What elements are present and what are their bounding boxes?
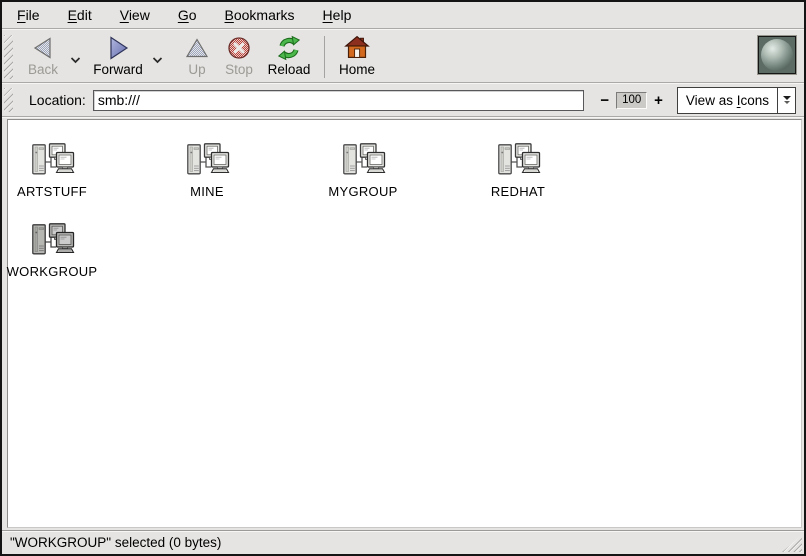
- icon-label: ARTSTUFF: [17, 184, 87, 199]
- icon-label: REDHAT: [491, 184, 545, 199]
- back-button[interactable]: Back: [19, 32, 67, 77]
- toolbar-separator: [324, 36, 325, 78]
- menu-file[interactable]: File: [14, 5, 43, 25]
- view-as-dropdown[interactable]: View as Icons: [677, 87, 796, 114]
- workgroup-item-redhat[interactable]: REDHAT: [443, 142, 593, 199]
- network-workgroup-icon: [495, 142, 541, 180]
- home-label: Home: [339, 62, 375, 77]
- stop-icon: [226, 34, 252, 62]
- toolbar-grip-handle[interactable]: [4, 35, 13, 79]
- resize-grip-handle[interactable]: [782, 535, 802, 552]
- icon-label: WORKGROUP: [7, 264, 98, 279]
- menu-bar: File Edit View Go Bookmarks Help: [2, 2, 804, 28]
- icon-label: MINE: [190, 184, 224, 199]
- dropdown-arrows-icon[interactable]: [778, 96, 795, 104]
- location-bar: Location: − 100 + View as Icons: [2, 84, 804, 116]
- location-label: Location:: [29, 92, 86, 108]
- zoom-in-button[interactable]: +: [652, 92, 665, 109]
- network-workgroup-icon: [29, 142, 75, 180]
- up-icon: [184, 34, 210, 62]
- reload-button[interactable]: Reload: [261, 32, 317, 77]
- location-bar-grip-handle[interactable]: [4, 88, 13, 112]
- workgroup-item-mine[interactable]: MINE: [132, 142, 282, 199]
- workgroup-item-mygroup[interactable]: MYGROUP: [288, 142, 438, 199]
- stop-label: Stop: [225, 62, 253, 77]
- network-workgroup-icon: [29, 222, 75, 260]
- forward-button[interactable]: Forward: [87, 32, 149, 77]
- zoom-out-button[interactable]: −: [598, 92, 611, 109]
- reload-icon: [276, 34, 302, 62]
- menu-go[interactable]: Go: [175, 5, 200, 25]
- zoom-level-indicator[interactable]: 100: [616, 92, 647, 109]
- file-manager-window: File Edit View Go Bookmarks Help Back Fo…: [0, 0, 806, 556]
- menu-help[interactable]: Help: [320, 5, 355, 25]
- chevron-down-icon: [152, 56, 163, 64]
- up-button[interactable]: Up: [177, 32, 217, 77]
- icon-view[interactable]: ARTSTUFF MINE MYGROUP REDHAT WORKGROUP: [7, 119, 802, 528]
- status-bar: "WORKGROUP" selected (0 bytes): [2, 530, 804, 554]
- home-button[interactable]: Home: [332, 32, 382, 77]
- workgroup-item-artstuff[interactable]: ARTSTUFF: [0, 142, 127, 199]
- view-as-label: View as Icons: [678, 93, 777, 108]
- chevron-down-icon: [70, 56, 81, 64]
- menu-bookmarks[interactable]: Bookmarks: [222, 5, 298, 25]
- workgroup-item-workgroup[interactable]: WORKGROUP: [0, 222, 127, 279]
- toolbar: Back Forward Up: [2, 30, 804, 82]
- back-icon: [30, 34, 56, 62]
- stop-button[interactable]: Stop: [217, 32, 261, 77]
- reload-label: Reload: [268, 62, 311, 77]
- forward-icon: [105, 34, 131, 62]
- network-workgroup-icon: [340, 142, 386, 180]
- content-frame: ARTSTUFF MINE MYGROUP REDHAT WORKGROUP: [2, 118, 804, 530]
- back-history-dropdown[interactable]: [67, 56, 83, 64]
- throbber-icon: [758, 36, 796, 74]
- location-input[interactable]: [93, 90, 585, 111]
- back-label: Back: [28, 62, 58, 77]
- status-text: "WORKGROUP" selected (0 bytes): [10, 535, 221, 550]
- menu-view[interactable]: View: [117, 5, 153, 25]
- menu-edit[interactable]: Edit: [65, 5, 95, 25]
- icon-label: MYGROUP: [328, 184, 397, 199]
- network-workgroup-icon: [184, 142, 230, 180]
- forward-history-dropdown[interactable]: [149, 56, 165, 64]
- forward-label: Forward: [93, 62, 143, 77]
- home-icon: [344, 34, 370, 62]
- up-label: Up: [188, 62, 205, 77]
